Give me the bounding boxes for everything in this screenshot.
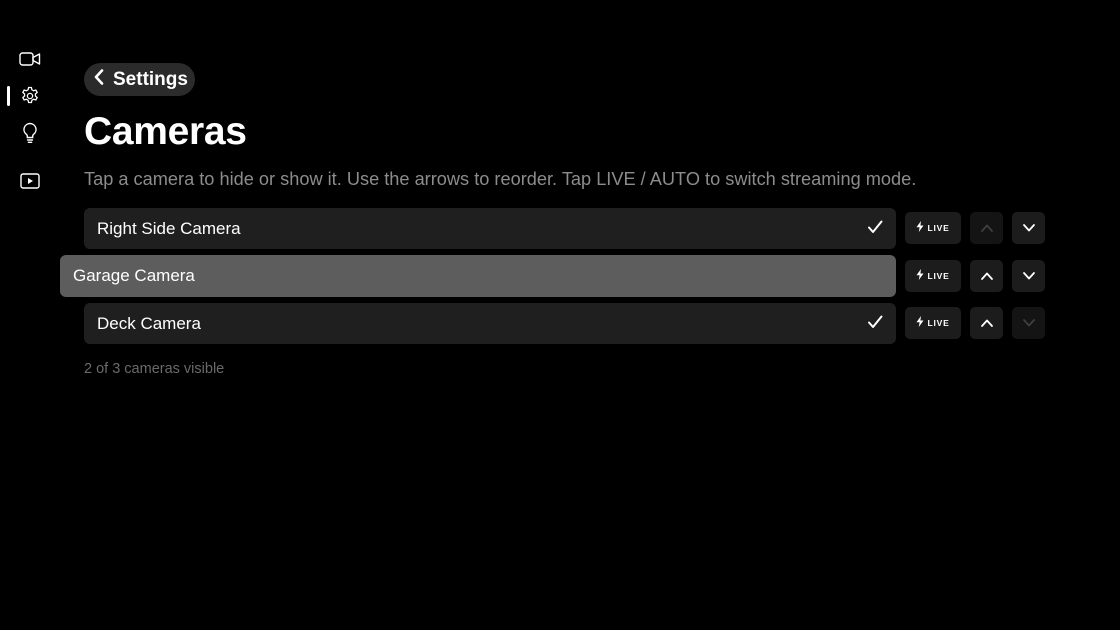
chevron-up-icon (980, 219, 993, 237)
streaming-mode-button[interactable]: LIVE (905, 212, 961, 244)
lightbulb-icon (22, 122, 38, 144)
streaming-mode-button[interactable]: LIVE (905, 260, 961, 292)
streaming-mode-label: LIVE (927, 271, 950, 281)
page-subtitle: Tap a camera to hide or show it. Use the… (84, 169, 917, 189)
camera-row: Deck Camera LIVE (0, 303, 1120, 345)
camera-toggle-deck[interactable]: Deck Camera (84, 303, 896, 344)
sidebar-active-indicator (7, 86, 10, 106)
video-camera-icon (19, 51, 41, 67)
back-button[interactable]: Settings (84, 63, 195, 96)
chevron-up-icon (980, 314, 993, 332)
chevron-down-icon (1022, 219, 1035, 237)
gear-icon (20, 86, 40, 106)
checkmark-icon (867, 314, 883, 335)
move-up-button[interactable] (970, 260, 1003, 292)
streaming-mode-label: LIVE (927, 223, 950, 233)
camera-toggle-right-side[interactable]: Right Side Camera (84, 208, 896, 249)
move-down-button[interactable] (1012, 260, 1045, 292)
camera-name: Deck Camera (97, 313, 201, 333)
camera-row: Right Side Camera LIVE (0, 208, 1120, 250)
move-down-button[interactable] (1012, 212, 1045, 244)
camera-name: Garage Camera (73, 266, 195, 285)
sidebar-item-media[interactable] (12, 166, 48, 196)
sidebar-item-lights[interactable] (12, 118, 48, 148)
camera-name: Right Side Camera (97, 218, 241, 238)
streaming-mode-button[interactable]: LIVE (905, 307, 961, 339)
sidebar-item-cameras[interactable] (12, 44, 48, 74)
checkmark-icon (867, 219, 883, 240)
sidebar-item-settings[interactable] (12, 81, 48, 111)
move-down-button[interactable] (1012, 307, 1045, 339)
page-title: Cameras (84, 110, 247, 153)
lightning-bolt-icon (916, 267, 924, 285)
chevron-down-icon (1022, 267, 1035, 285)
play-icon (20, 173, 40, 189)
camera-toggle-garage[interactable]: Garage Camera (60, 255, 896, 297)
chevron-up-icon (980, 267, 993, 285)
streaming-mode-label: LIVE (927, 318, 950, 328)
move-up-button[interactable] (970, 307, 1003, 339)
chevron-left-icon (94, 69, 113, 90)
lightning-bolt-icon (916, 219, 924, 237)
chevron-down-icon (1022, 314, 1035, 332)
back-button-label: Settings (113, 68, 188, 90)
move-up-button[interactable] (970, 212, 1003, 244)
lightning-bolt-icon (916, 314, 924, 332)
camera-row: Garage Camera LIVE (0, 255, 1120, 297)
visible-count-label: 2 of 3 cameras visible (84, 361, 225, 377)
